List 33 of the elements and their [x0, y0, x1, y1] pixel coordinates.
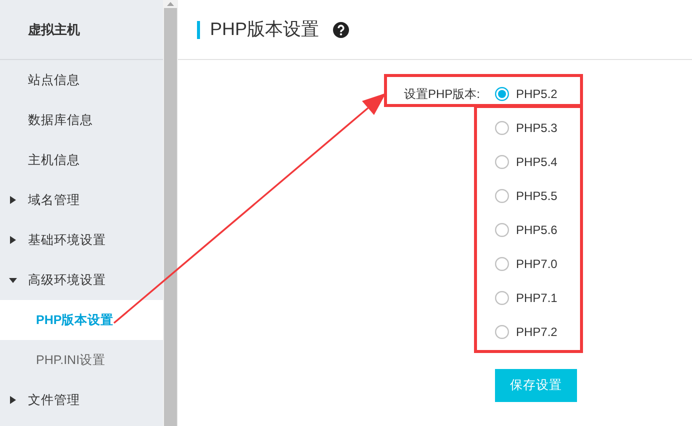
radio-button[interactable] [495, 189, 509, 203]
sidebar-item[interactable]: 基础环境设置 [0, 220, 163, 260]
radio-label[interactable]: PHP5.3 [516, 121, 558, 135]
radio-label[interactable]: PHP5.2 [516, 87, 558, 101]
sidebar-item[interactable]: 高级环境设置 [0, 260, 163, 300]
caret-down-icon [9, 275, 17, 285]
sidebar-item[interactable]: 数据库信息 [0, 100, 163, 140]
radio-button[interactable] [495, 121, 509, 135]
radio-label[interactable]: PHP7.0 [516, 257, 558, 271]
sidebar-item[interactable]: PHP.INI设置 [0, 340, 163, 380]
caret-right-icon [9, 195, 17, 205]
radio-button[interactable] [495, 325, 509, 339]
radio-button[interactable] [495, 87, 509, 101]
help-icon[interactable] [333, 22, 350, 38]
scrollbar-thumb[interactable] [164, 8, 177, 426]
caret-right-icon [9, 395, 17, 405]
caret-right-icon [9, 235, 17, 245]
radio-label[interactable]: PHP5.5 [516, 189, 558, 203]
radio-button[interactable] [495, 223, 509, 237]
sidebar-item[interactable]: 站点信息 [0, 60, 163, 100]
radio-label[interactable]: PHP7.2 [516, 325, 558, 339]
radio-button[interactable] [495, 257, 509, 271]
sidebar-item[interactable]: 主机信息 [0, 140, 163, 180]
sidebar-item[interactable]: 域名管理 [0, 180, 163, 220]
radio-label[interactable]: PHP7.1 [516, 291, 558, 305]
field-label: 设置PHP版本: [404, 86, 480, 102]
radio-label[interactable]: PHP5.6 [516, 223, 558, 237]
sidebar-title: 虚拟主机 [28, 20, 80, 38]
radio-button[interactable] [495, 291, 509, 305]
sidebar-item[interactable]: 文件管理 [0, 380, 163, 420]
radio-button[interactable] [495, 155, 509, 169]
radio-label[interactable]: PHP5.4 [516, 155, 558, 169]
page-title: PHP版本设置 [210, 18, 320, 40]
